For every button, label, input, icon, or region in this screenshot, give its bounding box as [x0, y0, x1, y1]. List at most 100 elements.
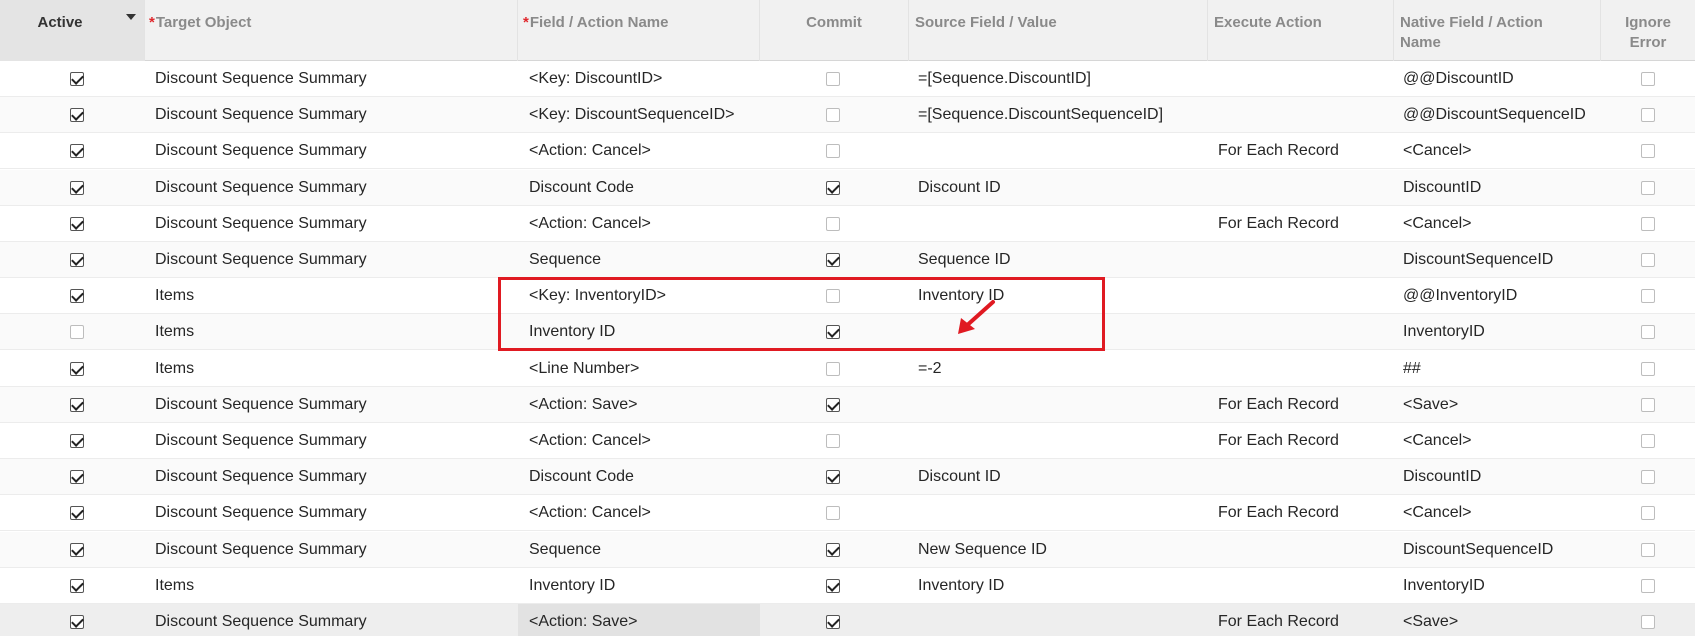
source-cell[interactable]	[918, 604, 1206, 636]
ignore-checkbox[interactable]	[1641, 434, 1655, 448]
table-row[interactable]: Items Inventory ID Inventory ID InventoryID	[0, 568, 1695, 604]
source-cell[interactable]: Inventory ID	[918, 568, 1206, 604]
execute-cell[interactable]	[1218, 532, 1392, 568]
native-cell[interactable]: DiscountID	[1403, 459, 1599, 495]
table-row[interactable]: Discount Sequence Summary Sequence New Seq…	[0, 531, 1695, 568]
commit-checkbox[interactable]	[826, 180, 840, 195]
target-cell[interactable]: Discount Sequence Summary	[155, 97, 515, 133]
native-cell[interactable]: <Save>	[1403, 387, 1599, 423]
execute-cell[interactable]	[1218, 351, 1392, 387]
table-row[interactable]: Discount Sequence Summary Sequence Sequenc…	[0, 242, 1695, 278]
commit-checkbox[interactable]	[826, 434, 840, 448]
field-cell[interactable]: <Key: DiscountID>	[529, 61, 759, 97]
commit-checkbox[interactable]	[826, 578, 840, 593]
active-checkbox[interactable]	[70, 253, 84, 267]
active-checkbox[interactable]	[70, 397, 84, 412]
source-cell[interactable]	[918, 387, 1206, 423]
commit-checkbox[interactable]	[826, 542, 840, 557]
active-checkbox[interactable]	[70, 108, 84, 123]
ignore-checkbox[interactable]	[1641, 289, 1655, 304]
commit-checkbox[interactable]	[826, 397, 840, 412]
source-cell[interactable]	[918, 495, 1206, 531]
native-cell[interactable]: DiscountID	[1403, 170, 1599, 206]
table-row[interactable]: Items <Line Number> =-2 ##	[0, 351, 1695, 387]
execute-cell[interactable]	[1218, 61, 1392, 97]
target-cell[interactable]: Items	[155, 278, 515, 314]
native-cell[interactable]: <Cancel>	[1403, 423, 1599, 459]
commit-checkbox[interactable]	[826, 108, 840, 123]
field-cell[interactable]: <Action: Cancel>	[529, 133, 759, 169]
execute-cell[interactable]	[1218, 568, 1392, 604]
active-checkbox[interactable]	[70, 542, 84, 557]
commit-checkbox[interactable]	[826, 72, 840, 86]
field-cell[interactable]: <Action: Cancel>	[529, 206, 759, 242]
source-cell[interactable]	[918, 133, 1206, 169]
execute-cell[interactable]: For Each Record	[1218, 387, 1392, 423]
execute-cell[interactable]: For Each Record	[1218, 206, 1392, 242]
ignore-checkbox[interactable]	[1641, 253, 1655, 267]
column-header-field-action[interactable]: *Field / Action Name	[518, 0, 760, 61]
target-cell[interactable]: Discount Sequence Summary	[155, 423, 515, 459]
commit-checkbox[interactable]	[826, 144, 840, 159]
table-row[interactable]: Discount Sequence Summary <Key: DiscountI…	[0, 61, 1695, 97]
source-cell[interactable]	[918, 423, 1206, 459]
active-checkbox[interactable]	[70, 289, 84, 304]
native-cell[interactable]: <Cancel>	[1403, 133, 1599, 169]
commit-checkbox[interactable]	[826, 361, 840, 376]
native-cell[interactable]: <Cancel>	[1403, 206, 1599, 242]
table-row[interactable]: Discount Sequence Summary <Action: Cancel…	[0, 495, 1695, 532]
native-cell[interactable]: ##	[1403, 351, 1599, 387]
table-row[interactable]: Discount Sequence Summary Discount Code Di…	[0, 169, 1695, 206]
ignore-checkbox[interactable]	[1641, 325, 1655, 340]
ignore-checkbox[interactable]	[1641, 615, 1655, 629]
target-cell[interactable]: Items	[155, 314, 515, 350]
active-checkbox[interactable]	[70, 470, 84, 485]
ignore-checkbox[interactable]	[1641, 72, 1655, 86]
active-checkbox[interactable]	[70, 144, 84, 159]
sort-dropdown-icon[interactable]	[126, 14, 136, 20]
ignore-checkbox[interactable]	[1641, 216, 1655, 231]
active-checkbox[interactable]	[70, 434, 84, 448]
execute-cell[interactable]	[1218, 314, 1392, 350]
target-cell[interactable]: Items	[155, 351, 515, 387]
target-cell[interactable]: Discount Sequence Summary	[155, 532, 515, 568]
commit-checkbox[interactable]	[826, 506, 840, 521]
field-cell[interactable]: Sequence	[529, 242, 759, 278]
ignore-checkbox[interactable]	[1641, 542, 1655, 557]
ignore-checkbox[interactable]	[1641, 397, 1655, 412]
source-cell[interactable]: =-2	[918, 351, 1206, 387]
active-checkbox[interactable]	[70, 506, 84, 521]
field-cell[interactable]: <Action: Save>	[529, 604, 759, 636]
source-cell[interactable]: New Sequence ID	[918, 532, 1206, 568]
ignore-checkbox[interactable]	[1641, 144, 1655, 159]
target-cell[interactable]: Discount Sequence Summary	[155, 133, 515, 169]
commit-checkbox[interactable]	[826, 470, 840, 485]
native-cell[interactable]: InventoryID	[1403, 314, 1599, 350]
execute-cell[interactable]: For Each Record	[1218, 133, 1392, 169]
field-cell[interactable]: <Action: Save>	[529, 387, 759, 423]
native-cell[interactable]: @@DiscountID	[1403, 61, 1599, 97]
target-cell[interactable]: Discount Sequence Summary	[155, 387, 515, 423]
target-cell[interactable]: Discount Sequence Summary	[155, 61, 515, 97]
active-checkbox[interactable]	[70, 325, 84, 340]
execute-cell[interactable]	[1218, 97, 1392, 133]
table-row[interactable]: Discount Sequence Summary <Action: Save> F…	[0, 386, 1695, 423]
native-cell[interactable]: @@DiscountSequenceID	[1403, 97, 1599, 133]
ignore-checkbox[interactable]	[1641, 470, 1655, 485]
column-header-native-field[interactable]: Native Field / Action Name	[1394, 0, 1601, 61]
table-row[interactable]: Discount Sequence Summary <Key: DiscountS…	[0, 97, 1695, 134]
table-row[interactable]: Discount Sequence Summary <Action: Cancel…	[0, 206, 1695, 242]
source-cell[interactable]: Sequence ID	[918, 242, 1206, 278]
target-cell[interactable]: Discount Sequence Summary	[155, 495, 515, 531]
active-checkbox[interactable]	[70, 180, 84, 195]
target-cell[interactable]: Discount Sequence Summary	[155, 459, 515, 495]
native-cell[interactable]: DiscountSequenceID	[1403, 532, 1599, 568]
field-cell[interactable]: Sequence	[529, 532, 759, 568]
field-cell[interactable]: <Line Number>	[529, 351, 759, 387]
native-cell[interactable]: InventoryID	[1403, 568, 1599, 604]
target-cell[interactable]: Discount Sequence Summary	[155, 242, 515, 278]
table-row[interactable]: Discount Sequence Summary <Action: Save> F…	[0, 604, 1695, 636]
column-header-target-object[interactable]: *Target Object	[145, 0, 518, 61]
execute-cell[interactable]: For Each Record	[1218, 604, 1392, 636]
table-row[interactable]: Discount Sequence Summary <Action: Cancel…	[0, 423, 1695, 459]
